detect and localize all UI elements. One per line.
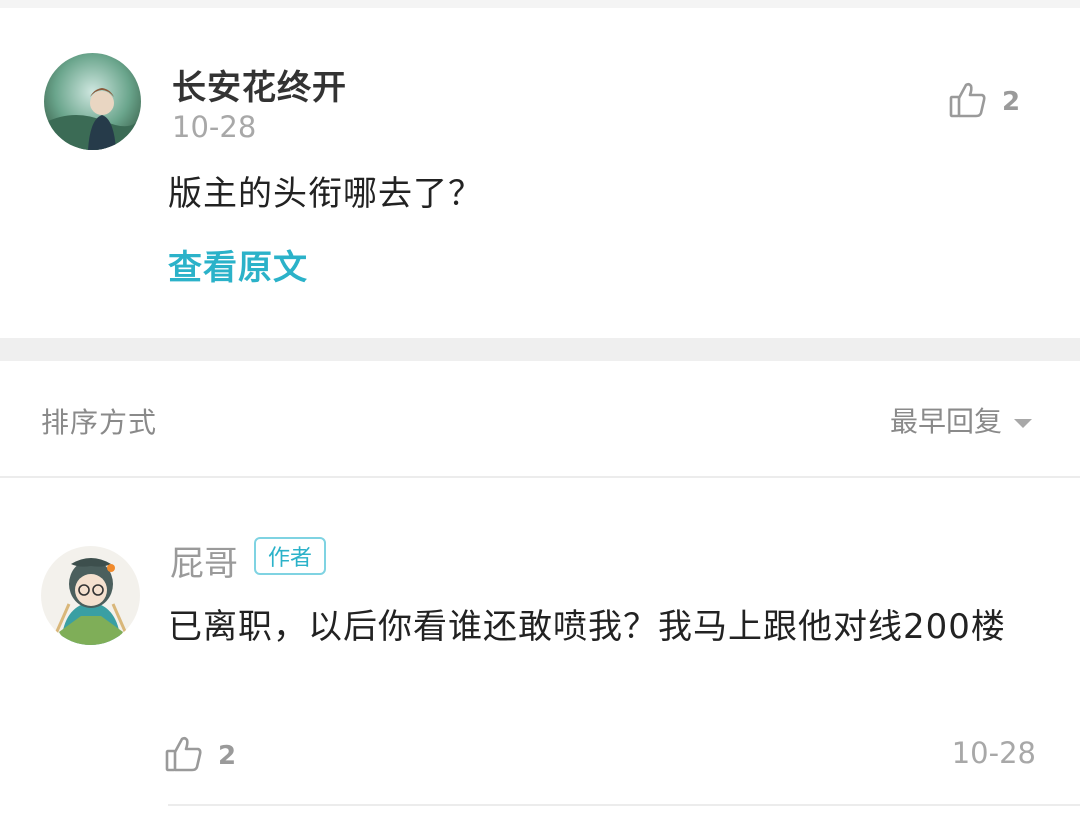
comment-like-count: 2: [1002, 87, 1021, 117]
section-separator: [0, 338, 1080, 361]
thumbs-up-icon: [948, 80, 988, 124]
sort-dropdown[interactable]: 最早回复: [890, 400, 1034, 440]
thumbs-up-icon: [164, 734, 204, 778]
reply-avatar[interactable]: [41, 546, 140, 645]
reply-like-count: 2: [218, 741, 237, 771]
reply-like-button[interactable]: 2: [164, 734, 236, 778]
sort-selected-value: 最早回复: [889, 405, 1002, 438]
comment-like-button[interactable]: 2: [948, 80, 1020, 124]
author-badge: 作者: [254, 537, 327, 575]
avatar[interactable]: [44, 53, 141, 150]
reply-text: 已离职，以后你看谁还敢喷我？我马上跟他对线200楼: [168, 607, 1006, 647]
comment-text: 版主的头衔哪去了？: [168, 174, 483, 214]
comment-username[interactable]: 长安花终开: [172, 60, 347, 109]
top-divider: [0, 0, 1080, 8]
reply-username[interactable]: 屁哥: [170, 536, 238, 585]
reply-date: 10-28: [951, 736, 1036, 770]
view-original-link[interactable]: 查看原文: [168, 240, 308, 289]
divider: [0, 476, 1080, 478]
caret-down-icon: [1012, 404, 1034, 437]
comment-date: 10-28: [172, 110, 257, 144]
sort-label: 排序方式: [41, 406, 158, 439]
divider: [168, 804, 1080, 806]
